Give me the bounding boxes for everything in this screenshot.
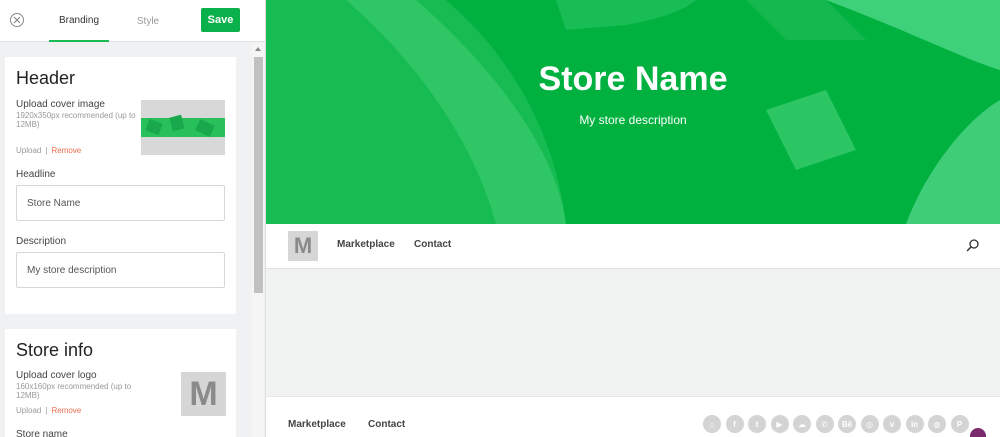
store-name-heading: Store Name (538, 60, 728, 98)
dribbble-icon[interactable]: ◍ (928, 415, 946, 433)
logo-thumbnail[interactable]: M (181, 372, 226, 416)
twitter-icon[interactable]: t (748, 415, 766, 433)
save-button[interactable]: Save (201, 8, 240, 32)
link-separator: | (45, 406, 48, 415)
whatsapp-icon[interactable]: ✆ (815, 415, 834, 433)
close-icon[interactable] (10, 13, 24, 27)
footer-link-marketplace[interactable]: Marketplace (288, 419, 346, 430)
upload-logo-label: Upload cover logo (16, 370, 97, 381)
store-logo[interactable]: M (288, 231, 318, 261)
header-settings-card: Header Upload cover image 1920x350px rec… (5, 57, 236, 314)
store-info-card: Store info Upload cover logo 160x160px r… (5, 329, 236, 437)
card-title: Store info (16, 340, 94, 360)
store-footer: Marketplace Contact ⌂ f t ▶ ☁ ✆ Bē ◎ v i… (266, 396, 1000, 437)
soundcloud-icon[interactable]: ☁ (793, 415, 811, 433)
panel-scrollbar[interactable] (252, 43, 264, 437)
nav-link-marketplace[interactable]: Marketplace (337, 239, 395, 250)
headline-label: Headline (16, 169, 56, 180)
card-title: Header (16, 68, 76, 88)
remove-cover-link[interactable]: Remove (51, 146, 81, 155)
scroll-up-arrow-icon[interactable] (252, 45, 264, 53)
vimeo-icon[interactable]: v (883, 415, 901, 433)
panel-scroll-area: Header Upload cover image 1920x350px rec… (0, 43, 265, 437)
hero-banner: Store Name My store description (266, 0, 1000, 224)
footer-link-contact[interactable]: Contact (368, 419, 405, 430)
cover-actions: Upload | Remove (16, 146, 81, 155)
hero-pattern (266, 0, 1000, 224)
store-description: My store description (579, 113, 687, 127)
headline-input[interactable]: Store Name (16, 185, 225, 221)
youtube-icon[interactable]: ▶ (770, 415, 789, 433)
home-icon[interactable]: ⌂ (703, 415, 721, 433)
editor-panel: Branding Style Save Header Upload cover … (0, 0, 266, 437)
store-preview: Store Name My store description M Market… (266, 0, 1000, 437)
search-icon[interactable] (966, 238, 980, 252)
chat-widget-icon[interactable] (970, 428, 986, 437)
upload-cover-label: Upload cover image (16, 99, 105, 110)
upload-logo-link[interactable]: Upload (16, 406, 41, 415)
instagram-icon[interactable]: ◎ (860, 415, 879, 433)
logo-actions: Upload | Remove (16, 406, 81, 415)
cover-image-thumbnail[interactable] (141, 100, 225, 155)
cover-size-hint: 1920x350px recommended (up to 12MB) (16, 111, 136, 129)
panel-toolbar: Branding Style Save (0, 0, 265, 42)
nav-link-contact[interactable]: Contact (414, 239, 451, 250)
description-label: Description (16, 236, 67, 247)
link-separator: | (45, 146, 48, 155)
behance-icon[interactable]: Bē (838, 415, 856, 433)
social-icons: ⌂ f t ▶ ☁ ✆ Bē ◎ v in ◍ P (703, 415, 969, 433)
facebook-icon[interactable]: f (725, 415, 744, 433)
scrollbar-thumb[interactable] (254, 57, 263, 293)
store-name-label: Store name (16, 429, 68, 437)
remove-logo-link[interactable]: Remove (51, 406, 81, 415)
store-navbar: M Marketplace Contact (266, 224, 1000, 269)
patreon-icon[interactable]: P (950, 415, 969, 433)
logo-size-hint: 160x160px recommended (up to 12MB) (16, 382, 132, 400)
description-input[interactable]: My store description (16, 252, 225, 288)
tab-style[interactable]: Style (120, 0, 176, 42)
tab-branding[interactable]: Branding (49, 0, 109, 42)
linkedin-icon[interactable]: in (905, 415, 924, 433)
upload-cover-link[interactable]: Upload (16, 146, 41, 155)
